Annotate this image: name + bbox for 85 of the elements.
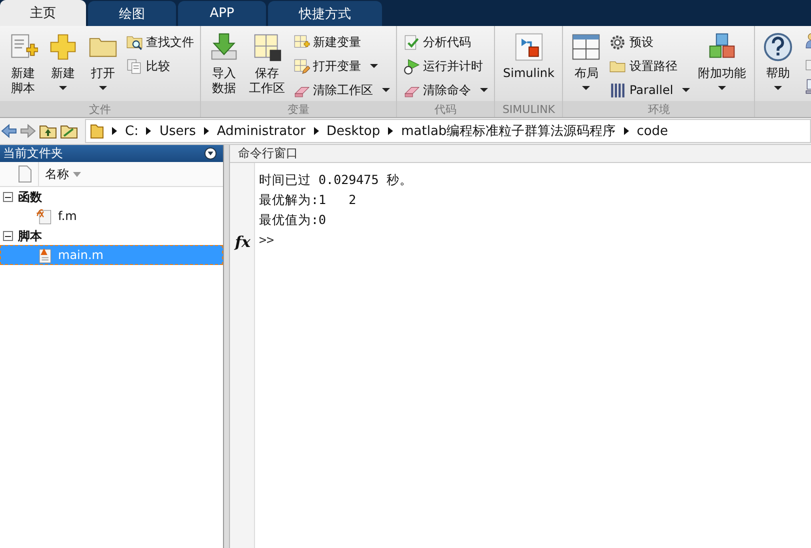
group-label: 变量 bbox=[201, 101, 396, 117]
panel-title: 当前文件夹 bbox=[3, 145, 63, 162]
group-label: SIMULINK bbox=[495, 101, 562, 117]
toolbar-button[interactable]: 导入 数据 bbox=[205, 30, 243, 101]
arrow-icon bbox=[204, 127, 209, 135]
grid-save-icon bbox=[252, 32, 282, 62]
toolbar-button[interactable]: 分析代码 bbox=[403, 32, 488, 52]
toolbar-button[interactable]: 清除命令 bbox=[403, 80, 488, 100]
ribbon-tab[interactable]: 绘图 bbox=[88, 1, 176, 26]
path-segment[interactable]: code bbox=[636, 124, 668, 138]
group-label: 文件 bbox=[0, 101, 200, 117]
group-heading: 函数 bbox=[18, 188, 42, 206]
ribbon-tab[interactable]: APP bbox=[178, 1, 266, 26]
back-arrow-icon[interactable] bbox=[1, 124, 17, 138]
toolbar-button[interactable]: 打开 bbox=[84, 30, 122, 101]
toolbar-button[interactable]: 新建 bbox=[44, 30, 82, 101]
download-arrow-icon bbox=[209, 32, 239, 62]
gear-icon bbox=[609, 34, 626, 50]
plus-icon bbox=[48, 32, 78, 62]
document-icon bbox=[18, 165, 32, 183]
toolbar-button[interactable]: 附加功能 bbox=[694, 30, 750, 101]
expand-toggle[interactable] bbox=[3, 231, 13, 241]
caret-icon bbox=[682, 88, 690, 92]
caret-icon bbox=[774, 86, 782, 90]
folder-browse-icon[interactable] bbox=[60, 123, 78, 139]
panel-title: 命令行窗口 bbox=[238, 145, 298, 162]
clock-play-icon bbox=[403, 58, 420, 74]
grid-plus-icon bbox=[293, 34, 310, 50]
forward-arrow-icon[interactable] bbox=[20, 124, 36, 138]
toolbar-button[interactable]: 预设 bbox=[609, 32, 690, 52]
caret-icon bbox=[99, 86, 107, 90]
caret-icon bbox=[480, 88, 488, 92]
function-file-icon bbox=[35, 207, 53, 225]
folder-search-icon bbox=[126, 34, 143, 50]
ribbon-tab[interactable]: 快捷方式 bbox=[268, 1, 382, 26]
arrow-icon bbox=[624, 127, 629, 135]
layout-grid-icon bbox=[571, 32, 602, 62]
function-browser-icon[interactable]: fx bbox=[235, 233, 250, 251]
toolbar-button[interactable]: 打开变量 bbox=[293, 56, 390, 76]
path-segment[interactable]: Administrator bbox=[216, 124, 306, 138]
folder-up-icon[interactable] bbox=[39, 123, 57, 139]
path-segment[interactable]: Desktop bbox=[326, 124, 380, 138]
document-check-icon bbox=[403, 34, 420, 50]
toolbar-button[interactable]: 新建变量 bbox=[293, 32, 390, 52]
arrow-icon bbox=[112, 127, 117, 135]
toolbar-button[interactable]: 清除工作区 bbox=[293, 80, 390, 100]
arrow-icon bbox=[146, 127, 152, 135]
caret-icon bbox=[582, 86, 590, 90]
toolbar-button[interactable]: Parallel bbox=[609, 80, 690, 100]
toolbar-button[interactable]: 比较 bbox=[126, 56, 194, 76]
group-label: 环境 bbox=[563, 101, 754, 117]
toolbar-button[interactable]: 查找文件 bbox=[126, 32, 194, 52]
folder-icon bbox=[90, 123, 104, 139]
grid-pencil-icon bbox=[293, 58, 310, 74]
group-label: 代码 bbox=[397, 101, 494, 117]
toolbar-button[interactable]: 新建 脚本 bbox=[4, 30, 42, 101]
toolbar-button[interactable]: 保存 工作区 bbox=[245, 30, 289, 101]
caret-icon bbox=[370, 64, 378, 68]
toolbar-button[interactable]: 运行并计时 bbox=[403, 56, 488, 76]
arrow-icon bbox=[388, 127, 394, 135]
path-field[interactable]: C: Users Administrator Desktop matlab编程标准粒子群算法源码程序 code bbox=[85, 119, 811, 143]
path-segment[interactable]: Users bbox=[159, 124, 196, 138]
block-diagram-icon bbox=[514, 32, 544, 62]
command-prompt[interactable]: >> bbox=[259, 230, 412, 250]
toolbar-button[interactable]: 帮助 bbox=[759, 30, 798, 101]
path-segment[interactable]: matlab编程标准粒子群算法源码程序 bbox=[401, 122, 616, 140]
expand-toggle[interactable] bbox=[3, 192, 13, 202]
bars-icon bbox=[609, 82, 626, 98]
dropdown-icon[interactable] bbox=[204, 147, 217, 160]
caret-icon bbox=[382, 88, 390, 92]
toolbar-button[interactable]: 布局 bbox=[567, 30, 606, 101]
group-heading: 脚本 bbox=[18, 228, 42, 244]
documents-icon bbox=[126, 58, 143, 74]
toolbar-button[interactable]: 设置路径 bbox=[609, 56, 690, 76]
output-line: 最优值为:0 bbox=[259, 211, 328, 229]
ribbon-tab[interactable]: 主页 bbox=[0, 0, 86, 26]
path-segment[interactable]: C: bbox=[125, 124, 138, 138]
toolbar-button[interactable]: Simulink bbox=[499, 30, 558, 101]
arrow-icon bbox=[314, 127, 318, 135]
caret-icon bbox=[59, 86, 67, 90]
file-row[interactable]: f.m bbox=[0, 206, 223, 226]
output-line: 时间已过 0.029475 秒。 bbox=[259, 171, 412, 189]
caret-icon bbox=[718, 86, 726, 90]
help-icon bbox=[763, 32, 794, 62]
output-line: 最优解为:1 2 bbox=[259, 191, 358, 209]
